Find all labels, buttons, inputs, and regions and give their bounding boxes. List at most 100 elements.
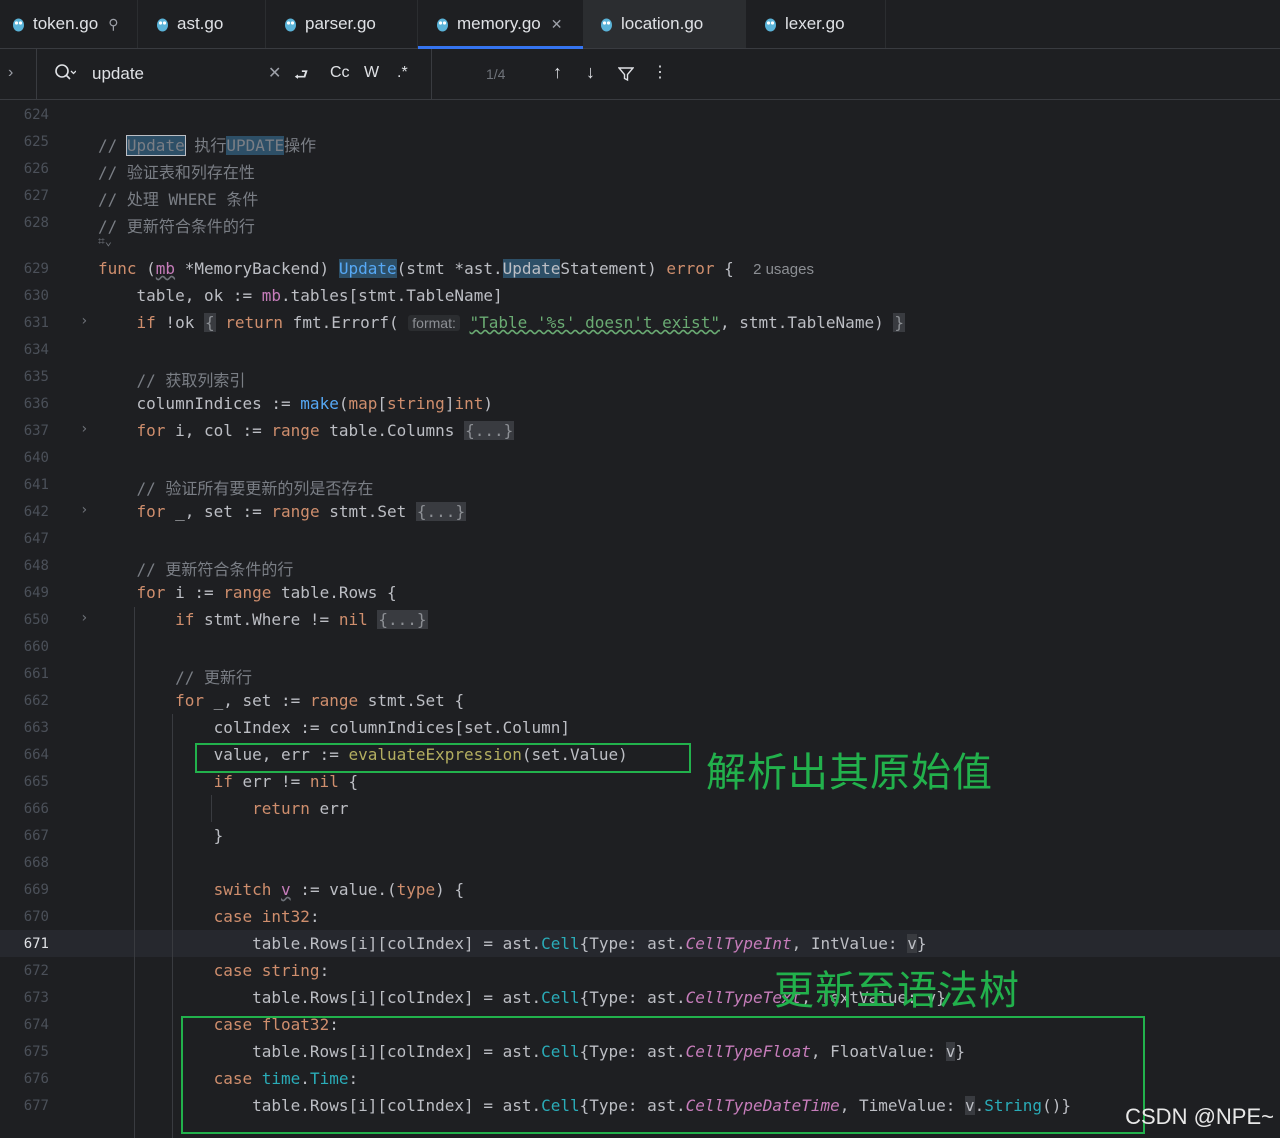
gopher-icon [765, 18, 776, 31]
code-line: 637 › for i, col := range table.Columns … [0, 417, 1280, 444]
code-text: table, ok := mb.tables[stmt.TableName] [98, 286, 503, 305]
line-number: 673 [23, 990, 49, 1006]
code-text: // 更新符合条件的行 [136, 560, 294, 579]
line-number: 648 [23, 558, 49, 574]
code-text: for _, set := range stmt.Set {...} [136, 502, 467, 521]
fold-chevron-icon[interactable]: › [80, 313, 88, 329]
line-number: 631 [23, 315, 49, 331]
tab-label: ast.go [177, 14, 224, 33]
code-text: columnIndices := make(map[string]int) [98, 394, 493, 413]
line-number: 668 [23, 855, 49, 871]
gopher-icon [157, 18, 168, 31]
annotation-parse-value: 解析出其原始值 [706, 750, 993, 796]
line-number: 676 [23, 1071, 49, 1087]
tab-parser-go[interactable]: parser.go [266, 0, 418, 48]
code-line: 667 } [0, 822, 1280, 849]
code-line: 660 [0, 633, 1280, 660]
code-line: 661 // 更新行 [0, 660, 1280, 687]
arrow-down-icon[interactable]: ↓ [586, 62, 595, 83]
tab-lexer-go[interactable]: lexer.go [746, 0, 886, 48]
highlight-box-cases [181, 1016, 1145, 1134]
code-line: 649 for i := range table.Rows { [0, 579, 1280, 606]
code-line: 673 table.Rows[i][colIndex] = ast.Cell{T… [0, 984, 1280, 1011]
line-number: 667 [23, 828, 49, 844]
code-line: 641 // 验证所有要更新的列是否存在 [0, 471, 1280, 498]
code-line: 647 [0, 525, 1280, 552]
code-editor[interactable]: 624 625 // Update 执行UPDATE操作 626 // 验证表和… [0, 100, 1280, 1138]
line-number: 637 [23, 423, 49, 439]
line-number: 626 [23, 161, 49, 177]
indent-guide [211, 795, 212, 822]
code-line: 635 // 获取列索引 [0, 363, 1280, 390]
whole-word-toggle[interactable]: W [364, 64, 379, 82]
code-text: for i, col := range table.Columns {...} [136, 421, 515, 440]
line-number: 660 [23, 639, 49, 655]
line-number: 677 [23, 1098, 49, 1114]
line-number: 675 [23, 1044, 49, 1060]
code-line: 662 for _, set := range stmt.Set { [0, 687, 1280, 714]
line-number: 624 [23, 107, 49, 123]
line-number: 629 [23, 261, 49, 277]
fold-chevron-icon[interactable]: › [80, 502, 88, 518]
tab-ast-go[interactable]: ast.go [138, 0, 266, 48]
code-text: case string: [213, 961, 330, 980]
code-text: case int32: [213, 907, 320, 926]
code-line: 668 [0, 849, 1280, 876]
chevron-right-icon[interactable]: › [8, 64, 13, 82]
tab-label: memory.go [457, 14, 541, 33]
search-input[interactable]: update [92, 64, 144, 84]
code-text: colIndex := columnIndices[set.Column] [98, 718, 571, 737]
code-line: 666 return err [0, 795, 1280, 822]
line-number: 672 [23, 963, 49, 979]
line-number: 666 [23, 801, 49, 817]
pin-icon[interactable]: ⚲ [108, 16, 118, 33]
code-line: ⌗⌄ [0, 234, 1280, 254]
tab-memory-go[interactable]: memory.go ✕ [418, 0, 584, 49]
gopher-icon [437, 18, 448, 31]
line-number: 674 [23, 1017, 49, 1033]
code-text: // 更新行 [175, 668, 252, 687]
code-text: if err != nil { [213, 772, 359, 791]
more-icon[interactable]: ⋮ [652, 62, 668, 82]
code-line: 650 › if stmt.Where != nil {...} [0, 606, 1280, 633]
code-text: // 处理 WHERE 条件 [98, 190, 259, 209]
close-icon[interactable]: ✕ [551, 16, 563, 33]
code-line: 626 // 验证表和列存在性 [0, 155, 1280, 182]
fold-chevron-icon[interactable]: › [80, 421, 88, 437]
filter-icon[interactable] [618, 66, 634, 82]
code-text: if !ok { return fmt.Errorf( format: "Tab… [136, 313, 905, 332]
line-number: 627 [23, 188, 49, 204]
code-line: 631 › if !ok { return fmt.Errorf( format… [0, 309, 1280, 336]
line-number: 664 [23, 747, 49, 763]
arrow-up-icon[interactable]: ↑ [553, 62, 562, 83]
find-bar: › update ✕ ⮐ Cc W .* 1/4 ↑ ↓ ⋮ [0, 49, 1280, 100]
match-count: 1/4 [486, 66, 506, 82]
line-number: 670 [23, 909, 49, 925]
line-number: 649 [23, 585, 49, 601]
regex-toggle[interactable]: .* [397, 64, 408, 82]
code-line: 672 case string: [0, 957, 1280, 984]
gopher-icon [285, 18, 296, 31]
usages-hint[interactable]: 2 usages [753, 261, 814, 278]
clear-icon[interactable]: ✕ [268, 63, 281, 83]
code-line-current: 671 table.Rows[i][colIndex] = ast.Cell{T… [0, 930, 1280, 957]
match-case-toggle[interactable]: Cc [330, 64, 350, 82]
gopher-icon [601, 18, 612, 31]
code-text: func (mb *MemoryBackend) Update(stmt *as… [98, 259, 814, 278]
code-line: 627 // 处理 WHERE 条件 [0, 182, 1280, 209]
code-text: // Update 执行UPDATE操作 [98, 135, 317, 156]
code-line: 624 [0, 101, 1280, 128]
divider [431, 49, 432, 99]
tab-token-go[interactable]: token.go ⚲ [0, 0, 138, 48]
tab-location-go[interactable]: location.go [584, 0, 746, 48]
fold-chevron-icon[interactable]: › [80, 610, 88, 626]
code-text: return err [252, 799, 349, 818]
code-text: switch v := value.(type) { [213, 880, 465, 899]
search-icon[interactable] [54, 63, 76, 83]
code-text: // 验证所有要更新的列是否存在 [136, 479, 374, 498]
search-match: UPDATE [226, 136, 285, 155]
newline-icon[interactable]: ⮐ [294, 64, 308, 91]
ai-hint-icon[interactable]: ⌗⌄ [98, 234, 112, 249]
line-number: 661 [23, 666, 49, 682]
line-number: 628 [23, 215, 49, 231]
